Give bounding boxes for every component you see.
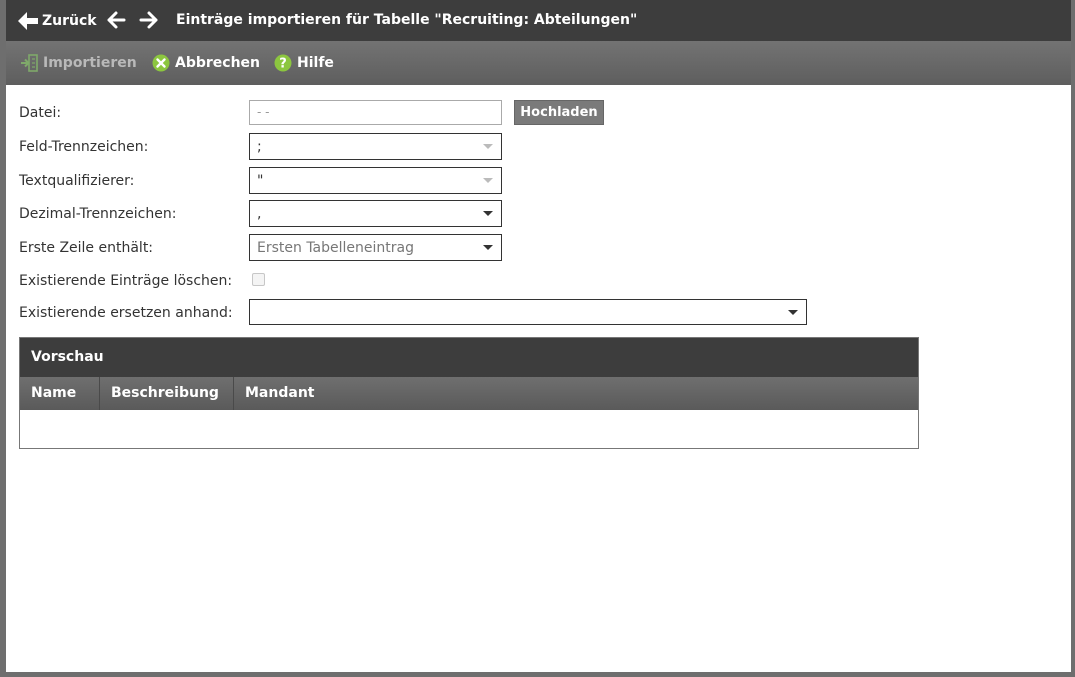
preview-header: Vorschau (20, 338, 918, 377)
chevron-down-icon (788, 310, 798, 315)
cancel-button[interactable]: Abbrechen (152, 53, 260, 73)
text-qualifier-value: " (257, 173, 264, 189)
import-label: Importieren (43, 55, 137, 71)
help-label: Hilfe (297, 55, 334, 71)
toolbar: Importieren Abbrechen ? Hilfe (6, 41, 1071, 85)
decimal-separator-select[interactable]: , (249, 200, 502, 227)
chevron-down-icon (483, 178, 493, 183)
preview-title: Vorschau (31, 349, 104, 365)
decimal-separator-value: , (257, 206, 262, 222)
first-row-label: Erste Zeile enthält: (19, 240, 154, 256)
column-header-client[interactable]: Mandant (234, 377, 354, 410)
text-qualifier-label: Textqualifizierer: (19, 173, 135, 189)
delete-existing-checkbox[interactable] (252, 273, 265, 286)
svg-text:?: ? (279, 57, 287, 72)
replace-by-label: Existierende ersetzen anhand: (19, 305, 233, 321)
import-button[interactable]: Importieren (20, 53, 137, 73)
chevron-down-icon (483, 211, 493, 216)
help-icon: ? (274, 54, 292, 72)
delete-existing-label: Existierende Einträge löschen: (19, 273, 233, 289)
decimal-separator-label: Dezimal-Trennzeichen: (19, 206, 177, 222)
help-button[interactable]: ? Hilfe (274, 53, 334, 73)
preview-column-header: Name Beschreibung Mandant (20, 377, 918, 410)
column-header-name[interactable]: Name (20, 377, 100, 410)
title-bar: Zurück Einträge importieren für Tabelle … (6, 0, 1071, 41)
first-row-select[interactable]: Ersten Tabelleneintrag (249, 234, 502, 261)
arrow-left-icon (107, 11, 126, 29)
field-separator-select[interactable]: ; (249, 133, 502, 160)
text-qualifier-select[interactable]: " (249, 167, 502, 194)
history-forward-button[interactable] (139, 10, 159, 34)
replace-by-select[interactable] (249, 299, 807, 325)
preview-table-body (20, 410, 918, 448)
history-back-button[interactable] (106, 10, 126, 34)
field-separator-label: Feld-Trennzeichen: (19, 139, 149, 155)
file-label: Datei: (19, 105, 62, 121)
back-button[interactable]: Zurück (18, 10, 97, 32)
file-input-value: - - (257, 105, 270, 119)
arrow-left-icon (18, 12, 38, 30)
chevron-down-icon (483, 245, 493, 250)
first-row-value: Ersten Tabelleneintrag (257, 240, 414, 256)
cancel-label: Abbrechen (175, 55, 261, 71)
file-input[interactable]: - - (249, 100, 502, 125)
upload-button[interactable]: Hochladen (514, 100, 604, 125)
import-icon (21, 54, 38, 72)
column-header-description[interactable]: Beschreibung (100, 377, 234, 410)
arrow-right-icon (139, 11, 158, 29)
import-dialog: Zurück Einträge importieren für Tabelle … (6, 0, 1071, 672)
cancel-icon (152, 54, 170, 72)
page-title: Einträge importieren für Tabelle "Recrui… (176, 12, 638, 28)
preview-panel: Vorschau Name Beschreibung Mandant (19, 337, 919, 449)
back-label: Zurück (42, 13, 97, 29)
field-separator-value: ; (257, 139, 262, 155)
chevron-down-icon (483, 144, 493, 149)
